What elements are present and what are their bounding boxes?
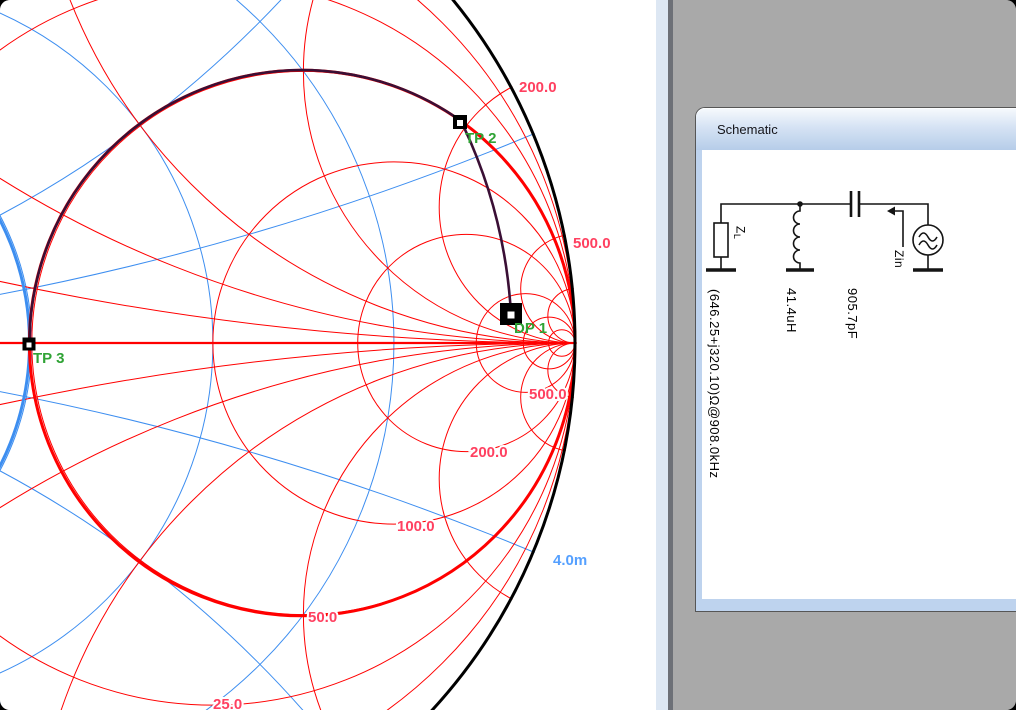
grid-label-resistance: 50.0: [308, 609, 337, 626]
app-screen: 200.0 500.0 500.0 200.0 100.0 50.0 25.0 4.0m DP …: [0, 0, 1016, 710]
source-sine-top: [919, 233, 937, 241]
resistor-load[interactable]: [714, 223, 728, 257]
zin-label: Zin: [892, 250, 906, 268]
outer-boundary: [0, 0, 575, 710]
smith-chart-panel[interactable]: 200.0 500.0 500.0 200.0 100.0 50.0 25.0 4.0m DP …: [0, 0, 656, 710]
marker-tp-3[interactable]: [23, 338, 36, 351]
admittance-grid: [0, 0, 656, 710]
marker-label: TP 2: [465, 130, 496, 147]
panel-edge-strip: [656, 0, 668, 710]
zin-arrow-line: [892, 211, 903, 247]
impedance-grid: [0, 0, 656, 710]
schematic-window: Schematic: [695, 107, 1016, 612]
inductor-value: 41.4uH: [784, 288, 799, 333]
marker-label: TP 3: [33, 350, 64, 367]
window-title: Schematic: [696, 108, 1016, 137]
marker-tp-2[interactable]: [453, 115, 467, 129]
smith-chart[interactable]: 200.0 500.0 500.0 200.0 100.0 50.0 25.0 4.0m DP …: [0, 0, 656, 710]
load-label-z: Z: [733, 226, 747, 234]
grid-label-resistance: 100.0: [397, 518, 435, 535]
schematic-canvas[interactable]: ZL 41.4uH 905.7pF Zin (646.25+j320.10)Ω@…: [702, 150, 1016, 599]
grid-label-resistance: 25.0: [213, 696, 242, 710]
load-label-sub: L: [732, 234, 742, 240]
grid-label-reactance: 500.0: [573, 235, 611, 252]
grid-label-reactance: 200.0: [519, 79, 557, 96]
source-symbol[interactable]: [913, 225, 943, 255]
grid-label-susceptance: 4.0m: [553, 552, 587, 569]
grid-label-resistance: 500.0: [529, 386, 567, 403]
zin-arrow-head: [887, 207, 895, 216]
inductor-shunt[interactable]: [794, 204, 801, 270]
load-label: ZL: [732, 226, 747, 239]
circuit-drawing: [702, 150, 1015, 599]
impedance-result: (646.25+j320.10)Ω@908.0kHz: [707, 289, 722, 479]
source-sine-bottom: [919, 241, 937, 249]
wire-top-left: [721, 204, 851, 223]
marker-label: DP 1: [514, 320, 547, 337]
schematic-titlebar[interactable]: Schematic: [696, 108, 1016, 150]
grid-label-resistance: 200.0: [470, 444, 508, 461]
capacitor-value: 905.7pF: [845, 288, 860, 339]
